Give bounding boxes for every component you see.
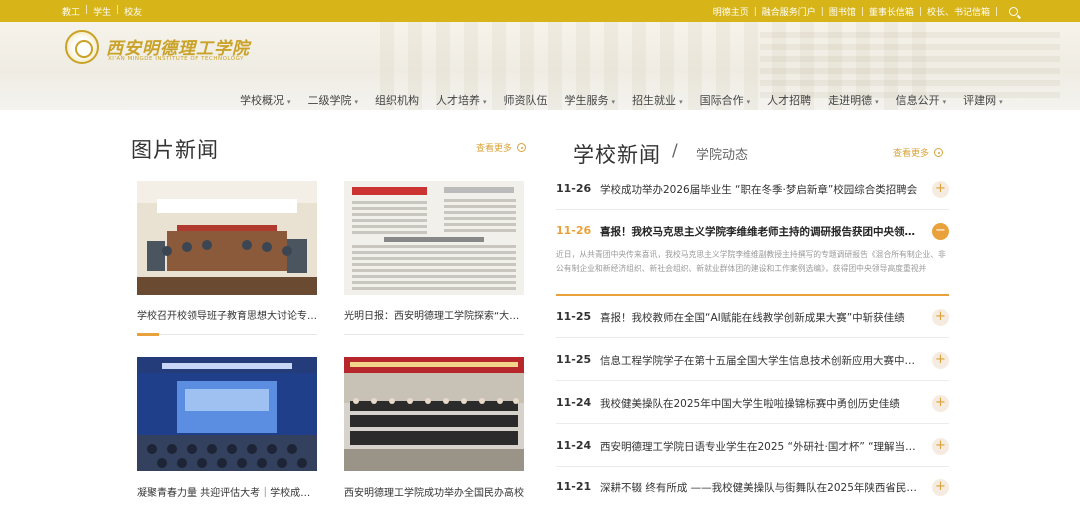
nav-education[interactable]: 人才培养 ▾ xyxy=(436,92,487,108)
college-news-tab[interactable]: 学院动态 xyxy=(696,144,748,163)
link-staff[interactable]: 教工 xyxy=(62,5,80,18)
news-title[interactable]: 信息工程学院学子在第十五届全国大学生信息技术创新应用大赛中喜获佳绩 xyxy=(600,353,920,368)
photo-news-image-2[interactable] xyxy=(344,181,524,295)
caption-divider xyxy=(137,334,317,335)
expand-plus-icon[interactable]: + xyxy=(932,181,949,198)
news-title[interactable]: 喜报！我校马克思主义学院李维维老师主持的调研报告获团中央领导肯定性批示 xyxy=(600,224,920,239)
school-news-more[interactable]: 查看更多 xyxy=(893,146,944,159)
news-title[interactable]: 西安明德理工学院日语专业学生在2025 “外研社·国才杯” “理解当代中国” xyxy=(600,439,920,454)
news-title[interactable]: 深耕不辍 终有所成 ——我校健美操队与街舞队在2025年陕西省民办高校 xyxy=(600,480,920,495)
caption-accent xyxy=(137,333,159,336)
chevron-down-icon: ▾ xyxy=(746,98,751,106)
title-separator: / xyxy=(672,141,678,161)
nav-international[interactable]: 国际合作 ▾ xyxy=(700,92,751,108)
chevron-down-icon: ▾ xyxy=(679,98,683,106)
header: 西安明德理工学院 XI'AN MINGDE INSTITUTE OF TECHN… xyxy=(0,22,1080,110)
nav-organization[interactable]: 组织机构 xyxy=(375,92,419,108)
expand-plus-icon[interactable]: + xyxy=(932,395,949,412)
photo-news-caption-4[interactable]: 西安明德理工学院成功举办全国民办高校 xyxy=(344,484,526,499)
news-date: 11-24 xyxy=(556,396,592,409)
search-icon[interactable] xyxy=(1009,7,1018,16)
chevron-down-icon: ▾ xyxy=(483,98,487,106)
link-chairman-mailbox[interactable]: 董事长信箱 xyxy=(869,5,914,18)
photo-news-caption-3[interactable]: 凝聚青春力量 共迎评估大考｜学校成功举办 xyxy=(137,484,319,499)
link-portal[interactable]: 融合服务门户 xyxy=(762,5,816,18)
nav-recruitment[interactable]: 人才招聘 xyxy=(767,92,811,108)
link-president-mailbox[interactable]: 校长、书记信箱 xyxy=(927,5,990,18)
news-title[interactable]: 我校健美操队在2025年中国大学生啦啦操锦标赛中勇创历史佳绩 xyxy=(600,396,920,411)
arrow-circle-icon xyxy=(934,148,944,157)
link-alumni[interactable]: 校友 xyxy=(124,5,142,18)
nav-disclosure[interactable]: 信息公开 ▾ xyxy=(896,92,947,108)
campus-banner-image-2 xyxy=(760,28,1060,98)
chevron-down-icon: ▾ xyxy=(611,98,616,106)
expand-plus-icon[interactable]: + xyxy=(932,309,949,326)
audience-links: 教工 | 学生 | 校友 xyxy=(62,5,143,18)
photo-news-image-1[interactable] xyxy=(137,181,317,295)
nav-evaluation[interactable]: 评建网 ▾ xyxy=(963,92,1003,108)
photo-news-image-3[interactable] xyxy=(137,357,317,471)
photo-news-image-4[interactable] xyxy=(344,357,524,471)
nav-admissions[interactable]: 招生就业 ▾ xyxy=(632,92,683,108)
chevron-down-icon: ▾ xyxy=(999,98,1003,106)
utility-links: 明德主页 | 融合服务门户 | 图书馆 | 董事长信箱 | 校长、书记信箱 | xyxy=(713,5,1018,18)
news-date: 11-25 xyxy=(556,310,592,323)
expand-plus-icon[interactable]: + xyxy=(932,479,949,496)
school-news-title[interactable]: 学校新闻 xyxy=(573,139,661,169)
link-library[interactable]: 图书馆 xyxy=(829,5,856,18)
link-students[interactable]: 学生 xyxy=(93,5,111,18)
caption-divider xyxy=(344,334,524,335)
news-item[interactable]: 11-24 西安明德理工学院日语专业学生在2025 “外研社·国才杯” “理解当… xyxy=(556,425,949,467)
news-item-expanded[interactable]: 11-26 喜报！我校马克思主义学院李维维老师主持的调研报告获团中央领导肯定性批… xyxy=(556,212,949,296)
news-item[interactable]: 11-24 我校健美操队在2025年中国大学生啦啦操锦标赛中勇创历史佳绩 + xyxy=(556,382,949,424)
news-item[interactable]: 11-21 深耕不辍 终有所成 ——我校健美操队与街舞队在2025年陕西省民办高… xyxy=(556,466,949,508)
news-excerpt: 近日，从共青团中央传来喜讯，我校马克思主义学院李维维副教授主持撰写的专题调研报告… xyxy=(556,250,946,273)
top-bar: 教工 | 学生 | 校友 明德主页 | 融合服务门户 | 图书馆 | 董事长信箱 | 校长、… xyxy=(0,0,1080,22)
nav-student-services[interactable]: 学生服务 ▾ xyxy=(565,92,616,108)
link-home[interactable]: 明德主页 xyxy=(713,5,749,18)
photo-news-more[interactable]: 查看更多 xyxy=(476,141,527,154)
news-item[interactable]: 11-25 喜报！我校教师在全国“AI赋能在线教学创新成果大赛”中斩获佳绩 + xyxy=(556,296,949,338)
news-date: 11-26 xyxy=(556,224,592,237)
nav-discover[interactable]: 走进明德 ▾ xyxy=(828,92,879,108)
arrow-circle-icon xyxy=(517,143,527,152)
expand-plus-icon[interactable]: + xyxy=(932,438,949,455)
news-date: 11-21 xyxy=(556,480,592,493)
news-title[interactable]: 喜报！我校教师在全国“AI赋能在线教学创新成果大赛”中斩获佳绩 xyxy=(600,310,920,325)
news-date: 11-24 xyxy=(556,439,592,452)
photo-news-caption-1[interactable]: 学校召开校领导班子教育思想大讨论专题会议 xyxy=(137,307,319,322)
photo-news-caption-2[interactable]: 光明日报：西安明德理工学院探索“大思政课”建设 xyxy=(344,307,526,322)
news-date: 11-26 xyxy=(556,182,592,195)
nav-about[interactable]: 学校概况 ▾ xyxy=(240,92,291,108)
nav-colleges[interactable]: 二级学院 ▾ xyxy=(308,92,359,108)
nav-faculty[interactable]: 师资队伍 xyxy=(504,92,548,108)
chevron-down-icon: ▾ xyxy=(875,98,879,106)
news-item[interactable]: 11-26 学校成功举办2026届毕业生 “职在冬季·梦启新章”校园综合类招聘会… xyxy=(556,168,949,210)
chevron-down-icon: ▾ xyxy=(287,98,291,106)
news-date: 11-25 xyxy=(556,353,592,366)
school-name-en: XI'AN MINGDE INSTITUTE OF TECHNOLOGY xyxy=(108,56,244,62)
school-emblem-icon[interactable] xyxy=(65,30,99,64)
main-nav: 学校概况 ▾ 二级学院 ▾ 组织机构 人才培养 ▾ 师资队伍 学生服务 ▾ 招生就业 ▾ … xyxy=(240,92,1020,108)
chevron-down-icon: ▾ xyxy=(942,98,947,106)
collapse-minus-icon[interactable]: − xyxy=(932,223,949,240)
news-item[interactable]: 11-25 信息工程学院学子在第十五届全国大学生信息技术创新应用大赛中喜获佳绩 … xyxy=(556,339,949,381)
expand-plus-icon[interactable]: + xyxy=(932,352,949,369)
news-title[interactable]: 学校成功举办2026届毕业生 “职在冬季·梦启新章”校园综合类招聘会 xyxy=(600,182,920,197)
photo-news-title: 图片新闻 xyxy=(131,138,219,162)
chevron-down-icon: ▾ xyxy=(354,98,359,106)
